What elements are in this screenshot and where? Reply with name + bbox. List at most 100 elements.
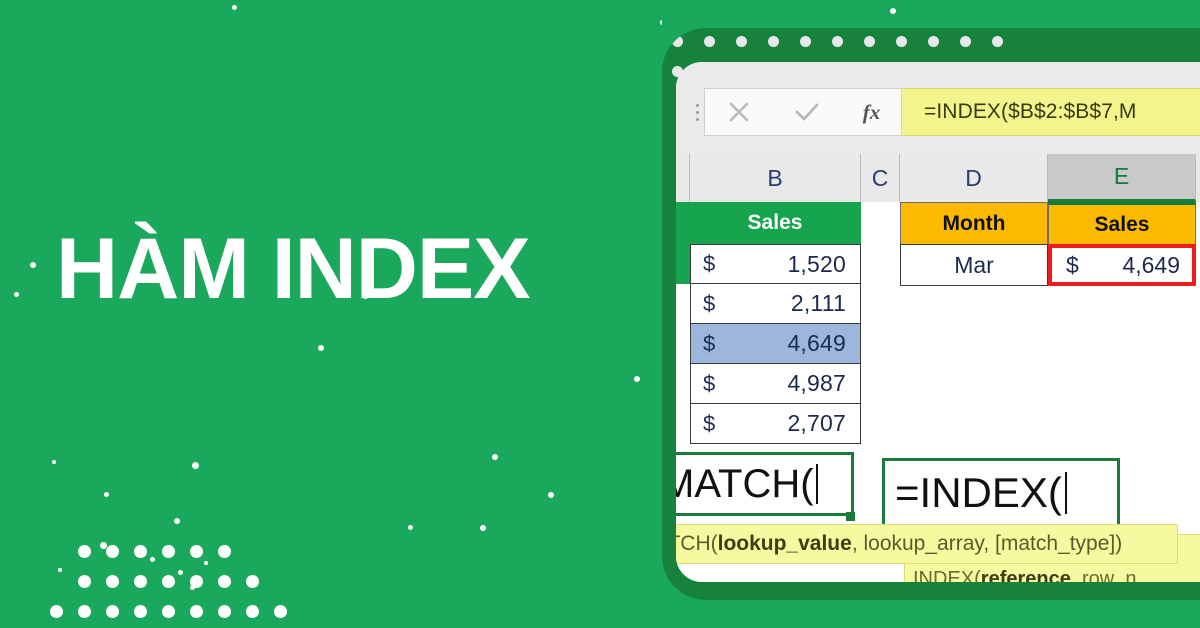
cell-currency: $: [703, 410, 716, 436]
decorative-dot: [192, 462, 199, 469]
month-column: Month Mar: [900, 202, 1048, 286]
decorative-dot: [58, 568, 62, 572]
grid-dot: [134, 545, 147, 558]
index-formula-text: =INDEX(: [895, 469, 1062, 516]
decorative-dot: [178, 570, 183, 575]
grid-dot: [134, 575, 147, 588]
sales-source-header: Sales: [690, 202, 861, 244]
column-header-f[interactable]: [1196, 154, 1200, 202]
match-tooltip-suffix: , lookup_array, [match_type]): [851, 532, 1123, 555]
panel-dot: [832, 36, 843, 47]
cell-amount: 1,520: [787, 250, 846, 277]
sales-source-row[interactable]: $4,987: [690, 364, 861, 404]
result-header: Sales: [1048, 202, 1196, 244]
close-icon[interactable]: [726, 99, 752, 125]
poster-canvas: fx =INDEX($B$2:$B$7,M B C D E Sales $1,5…: [0, 0, 1200, 628]
grid-dot: [50, 605, 63, 618]
fx-icon[interactable]: fx: [863, 100, 881, 125]
panel-dot: [960, 36, 971, 47]
match-intellisense-tooltip: ATCH(lookup_value, lookup_array, [match_…: [676, 524, 1178, 564]
cell-currency: $: [703, 251, 716, 276]
cell-amount: 4,987: [787, 370, 846, 396]
check-icon[interactable]: [793, 99, 821, 125]
formula-input[interactable]: =INDEX($B$2:$B$7,M: [902, 88, 1200, 136]
decorative-dot: [890, 8, 896, 14]
panel-dot: [928, 36, 939, 47]
panel-dot: [800, 36, 811, 47]
grid-dot: [134, 605, 147, 618]
panel-dot: [704, 36, 715, 47]
result-value-cell[interactable]: $ 4,649: [1048, 244, 1196, 286]
drag-handle-icon[interactable]: [690, 88, 704, 136]
grid-dot: [246, 575, 259, 588]
decorative-dot: [150, 557, 155, 562]
grid-dot: [106, 545, 119, 558]
decorative-dot: [548, 492, 554, 498]
result-column: Sales $ 4,649: [1048, 202, 1196, 286]
decorative-dot: [408, 525, 413, 530]
decorative-dot: [480, 525, 486, 531]
index-formula-cell[interactable]: =INDEX(: [882, 458, 1120, 528]
grid-dot: [246, 605, 259, 618]
panel-dot: [672, 36, 683, 47]
sales-source-rows: $1,520 $2,111 $4,649 $4,987 $2,707: [690, 244, 861, 444]
panel-dot: [896, 36, 907, 47]
result-currency: $: [1066, 251, 1079, 278]
grid-dot: [218, 545, 231, 558]
panel-dot: [864, 36, 875, 47]
grid-dot: [190, 605, 203, 618]
sales-source-row[interactable]: $2,707: [690, 404, 861, 444]
month-header: Month: [900, 202, 1048, 244]
grid-dot: [190, 545, 203, 558]
match-tooltip-prefix: ATCH(: [676, 532, 718, 555]
column-header-b[interactable]: B: [690, 154, 861, 202]
match-formula-text: MATCH(: [676, 461, 814, 506]
decorative-dot: [174, 518, 180, 524]
column-header-d[interactable]: D: [900, 154, 1048, 202]
fill-handle-match[interactable]: [846, 512, 855, 521]
sales-source-column: Sales $1,520 $2,111 $4,649 $4,987 $2,707: [690, 202, 861, 444]
result-amount: 4,649: [1122, 251, 1180, 278]
decorative-dot: [318, 345, 324, 351]
text-caret: [1064, 472, 1067, 514]
match-formula-cell[interactable]: MATCH(: [676, 452, 854, 516]
grid-dot: [218, 575, 231, 588]
grid-dot: [190, 575, 203, 588]
index-tooltip-line-2: INDEX(reference, row_n: [913, 568, 1137, 582]
decorative-dot: [492, 454, 498, 460]
cell-amount: 2,707: [787, 410, 846, 436]
column-header-row: B C D E: [676, 154, 1200, 202]
sales-source-row[interactable]: $1,520: [690, 244, 861, 284]
formula-bar: fx =INDEX($B$2:$B$7,M: [676, 62, 1200, 155]
grid-dot: [162, 575, 175, 588]
panel-dot: [736, 36, 747, 47]
cell-currency: $: [703, 370, 716, 396]
column-a-sliver: [676, 202, 690, 284]
column-header-e[interactable]: E: [1048, 154, 1196, 202]
cell-currency: $: [703, 290, 716, 316]
grid-dot: [106, 575, 119, 588]
grid-dot: [162, 545, 175, 558]
grid-dot: [78, 545, 91, 558]
column-header-c[interactable]: C: [861, 154, 900, 202]
match-tooltip-bold: lookup_value: [717, 532, 852, 555]
grid-dot: [218, 605, 231, 618]
month-value-cell[interactable]: Mar: [900, 244, 1048, 286]
excel-window: fx =INDEX($B$2:$B$7,M B C D E Sales $1,5…: [676, 62, 1200, 582]
sales-source-row[interactable]: $2,111: [690, 284, 861, 324]
decorative-dot: [52, 460, 56, 464]
grid-dot: [106, 605, 119, 618]
decorative-dot: [232, 5, 237, 10]
decorative-dot: [14, 292, 19, 297]
fx-icon-label: fx: [862, 99, 881, 124]
cell-amount: 4,649: [787, 330, 846, 356]
column-header-a[interactable]: [676, 154, 690, 202]
decorative-dot: [204, 561, 208, 565]
grid-dot: [78, 575, 91, 588]
decorative-dot: [104, 492, 109, 497]
sales-source-row[interactable]: $4,649: [690, 324, 861, 364]
text-caret: [815, 464, 818, 504]
grid-dot: [78, 605, 91, 618]
page-title: HÀM INDEX: [56, 221, 531, 317]
decorative-dot: [30, 262, 36, 268]
